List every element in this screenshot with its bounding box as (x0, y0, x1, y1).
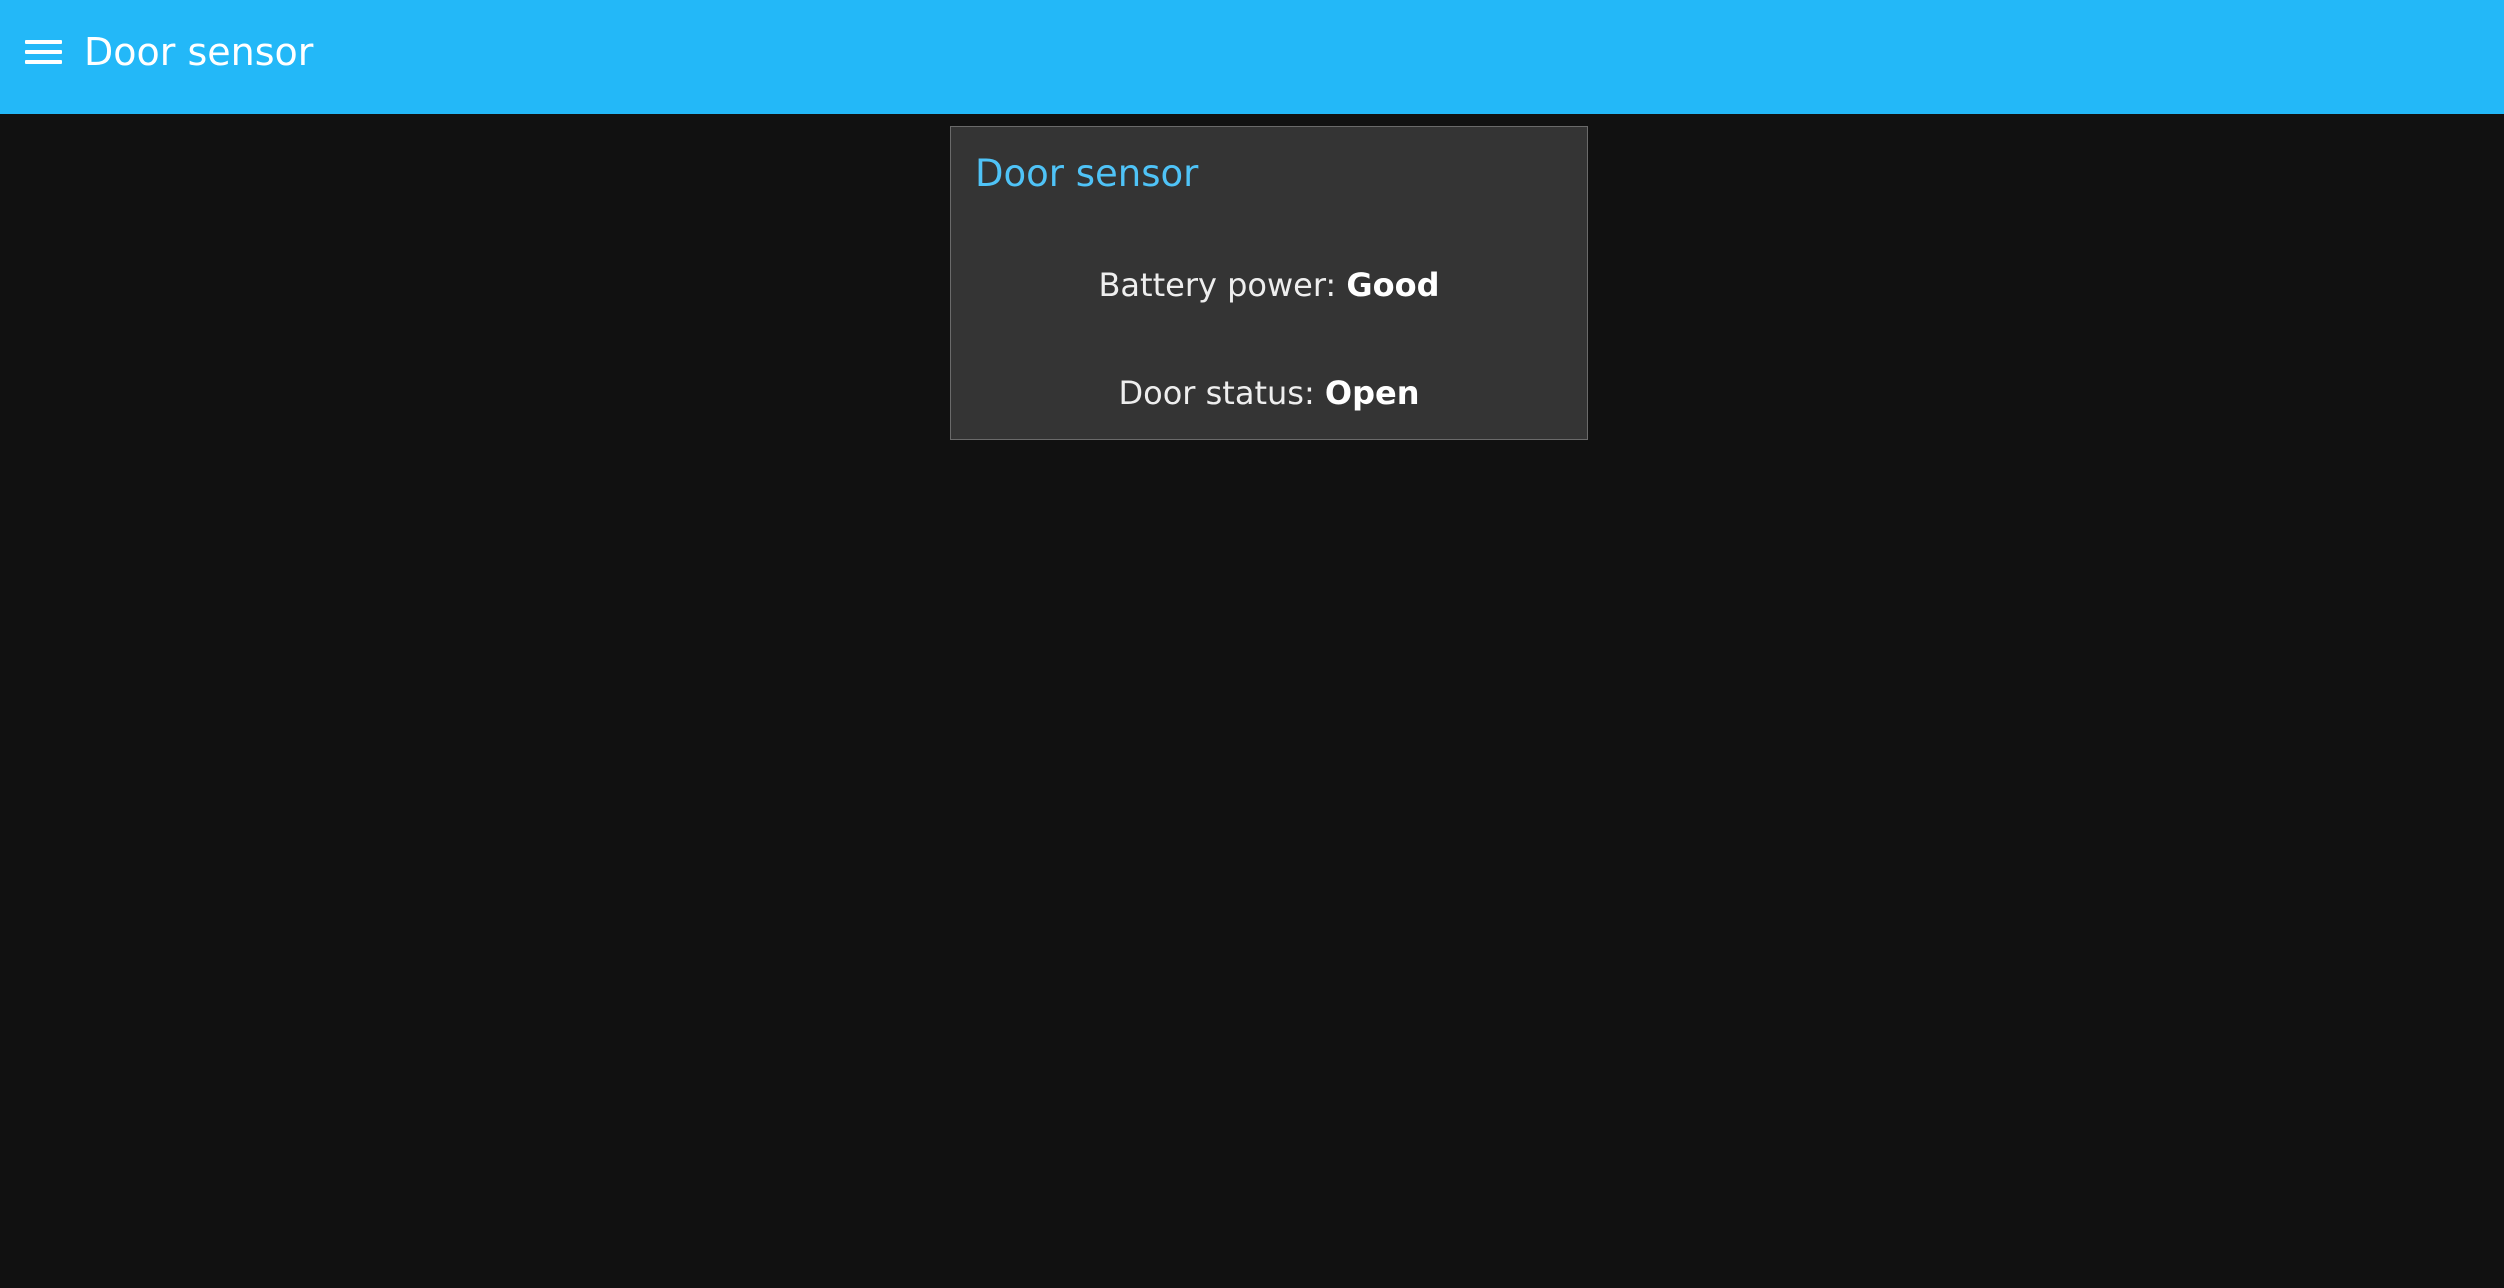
battery-status-row: Battery power: Good (951, 265, 1587, 305)
door-status-value: Open (1324, 374, 1420, 412)
page-title: Door sensor (84, 30, 314, 74)
card-title: Door sensor (975, 152, 1199, 195)
hamburger-menu-icon[interactable] (25, 38, 62, 66)
battery-label: Battery power: (1098, 266, 1347, 304)
door-status-row: Door status: Open (951, 373, 1587, 413)
door-sensor-card: Door sensor Battery power: Good Door sta… (950, 126, 1588, 440)
battery-value: Good (1346, 266, 1440, 304)
app-header: Door sensor (0, 0, 2504, 114)
door-status-label: Door status: (1118, 374, 1325, 412)
